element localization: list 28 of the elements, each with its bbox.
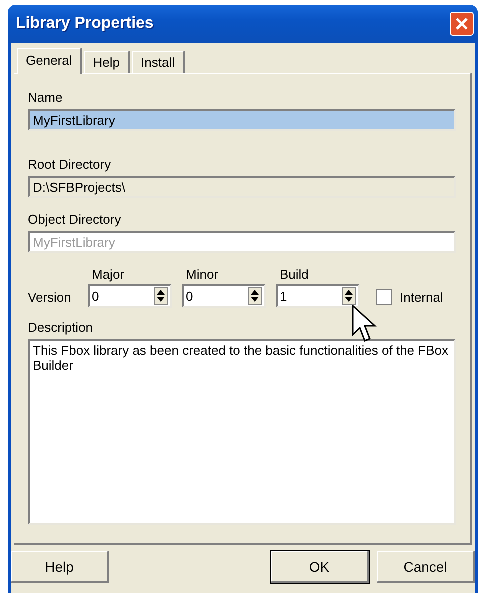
field-label: Description [28,320,94,335]
input-field[interactable]: MyFirstLibrary [28,109,456,131]
dialog-button[interactable]: OK [271,551,369,583]
tab[interactable]: General [17,48,82,74]
spinner-field[interactable]: 1 [276,284,360,308]
tab[interactable]: Install [132,51,185,73]
checkbox[interactable] [376,289,392,305]
field-label: Name [28,90,64,105]
checkbox-label: Internal [400,290,444,304]
spinner-arrows-icon[interactable] [342,287,356,305]
dialog-button[interactable]: Help [11,551,109,583]
description-field[interactable]: This Fbox library as been created to the basic functionalities of the FBox Builder [28,339,456,525]
spinner-field[interactable]: 0 [182,284,266,308]
spinner-arrows-icon[interactable] [154,287,168,305]
window-title: Library Properties [16,15,154,33]
field-label: Minor [186,267,220,282]
field-label: Major [92,267,126,282]
field-label: Object Directory [28,212,122,227]
close-button[interactable] [450,12,474,36]
dialog-button[interactable]: Cancel [377,551,475,583]
field-label: Version [28,290,72,305]
field-label: Root Directory [28,157,112,172]
close-icon [454,16,470,32]
spinner-field[interactable]: 0 [88,284,172,308]
tab[interactable]: Help [84,51,130,73]
spinner-arrows-icon[interactable] [248,287,262,305]
field-label: Build [280,267,310,282]
cursor-icon [352,305,378,345]
